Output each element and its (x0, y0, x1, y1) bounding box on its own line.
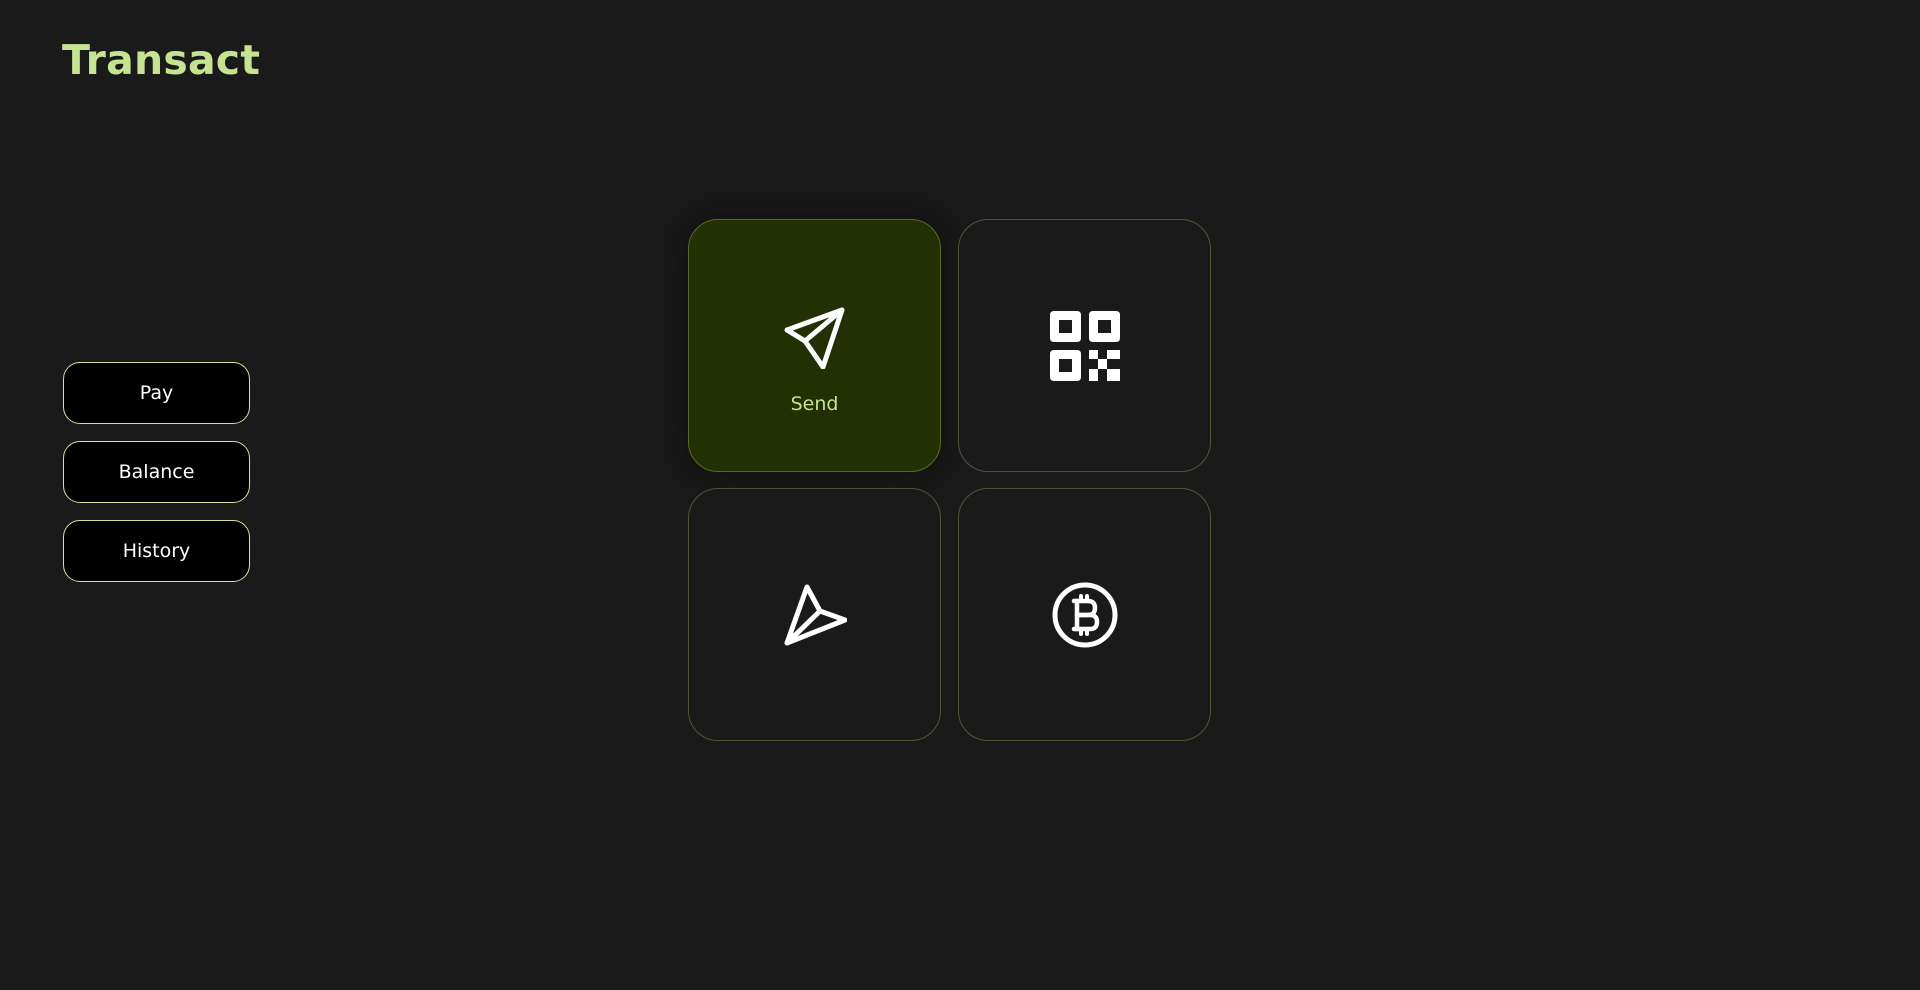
send-tile-label: Send (790, 392, 839, 415)
receive-icon (779, 579, 851, 651)
receive-tile[interactable] (688, 488, 941, 741)
side-nav: Pay Balance History (63, 362, 250, 599)
qr-code-tile[interactable] (958, 219, 1211, 472)
bitcoin-tile[interactable] (958, 488, 1211, 741)
qr-code-icon (1049, 310, 1121, 382)
balance-button[interactable]: Balance (63, 441, 250, 503)
bitcoin-icon (1049, 579, 1121, 651)
brand-title: Transact (62, 36, 261, 84)
app-window: Transact Pay Balance History Send (0, 0, 1920, 990)
send-icon (779, 301, 851, 373)
action-grid: Send (688, 219, 1211, 742)
history-button[interactable]: History (63, 520, 250, 582)
pay-button[interactable]: Pay (63, 362, 250, 424)
send-tile[interactable]: Send (688, 219, 941, 472)
